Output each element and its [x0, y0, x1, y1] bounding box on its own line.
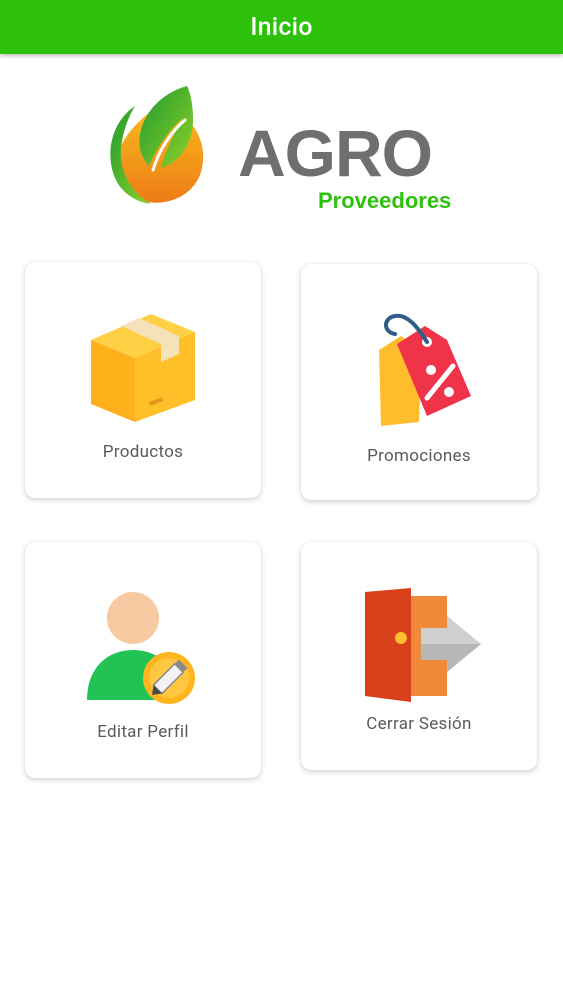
cerrar-sesion-label: Cerrar Sesión [366, 714, 472, 734]
leaf-drop-icon [110, 86, 204, 204]
promociones-label: Promociones [367, 446, 471, 466]
box-icon [91, 314, 195, 422]
productos-label: Productos [102, 442, 184, 462]
logo-subtitle: Proveedores [318, 188, 452, 213]
logout-door-icon [365, 588, 481, 702]
productos-card[interactable]: Productos [25, 262, 261, 498]
price-tag-icon [379, 313, 471, 426]
promociones-card[interactable]: Promociones [301, 264, 537, 500]
logo-wordmark: AGRO [238, 116, 433, 190]
edit-profile-icon [87, 592, 195, 704]
page-title: Inicio [250, 12, 313, 42]
editar-perfil-card[interactable]: Editar Perfil [25, 542, 261, 778]
app-bar: Inicio [0, 0, 563, 54]
editar-perfil-label: Editar Perfil [97, 722, 189, 742]
agro-logo: AGRO Proveedores [105, 82, 465, 212]
cerrar-sesion-card[interactable]: Cerrar Sesión [301, 542, 537, 770]
